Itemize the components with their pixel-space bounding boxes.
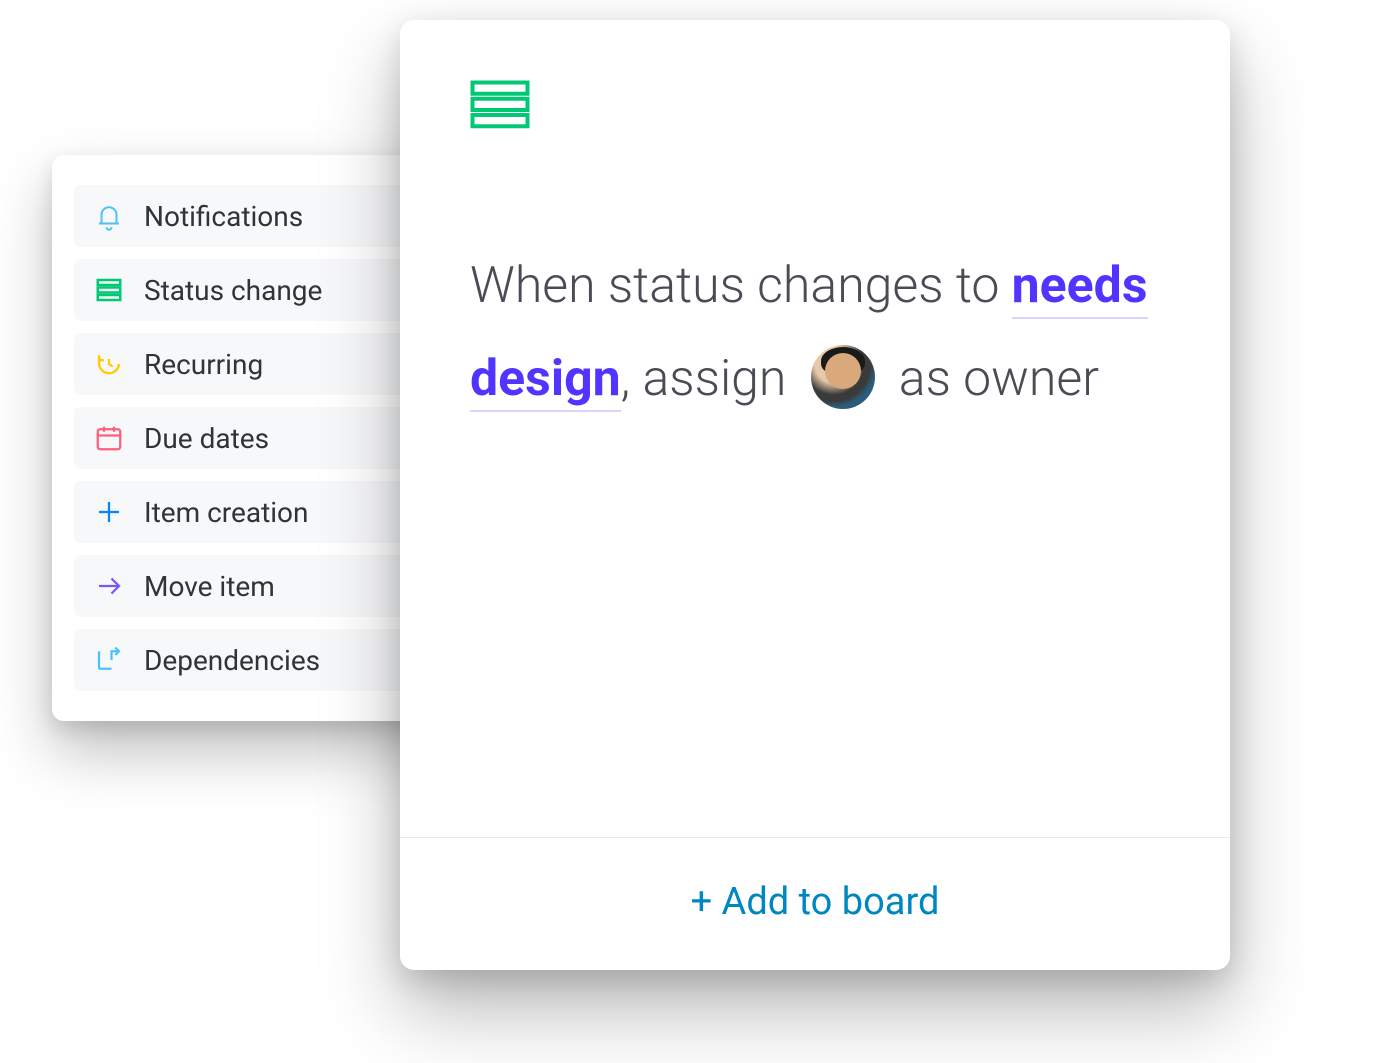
add-to-board-button[interactable]: + Add to board xyxy=(691,880,940,924)
bell-icon xyxy=(92,199,126,233)
card-footer: + Add to board xyxy=(400,837,1230,970)
calendar-icon xyxy=(92,421,126,455)
clock-rewind-icon xyxy=(92,347,126,381)
sidebar-item-label: Move item xyxy=(144,570,275,603)
assignee-avatar[interactable] xyxy=(811,345,875,409)
stack-icon xyxy=(400,20,1230,130)
plus-icon xyxy=(92,495,126,529)
sidebar-item-label: Status change xyxy=(144,274,322,307)
automation-recipe-card: When status changes to needs design, ass… xyxy=(400,20,1230,970)
stack-icon xyxy=(92,273,126,307)
sentence-prefix: When status changes to xyxy=(470,257,1012,315)
sidebar-item-label: Item creation xyxy=(144,496,309,529)
sentence-after-status: , assign xyxy=(621,350,799,408)
sidebar-item-label: Recurring xyxy=(144,348,263,381)
sentence-suffix: as owner xyxy=(887,350,1099,408)
sidebar-item-label: Notifications xyxy=(144,200,303,233)
arrow-right-icon xyxy=(92,569,126,603)
sidebar-item-label: Due dates xyxy=(144,422,269,455)
sidebar-item-label: Dependencies xyxy=(144,644,320,677)
automation-sentence: When status changes to needs design, ass… xyxy=(400,130,1230,837)
dependency-icon xyxy=(92,643,126,677)
